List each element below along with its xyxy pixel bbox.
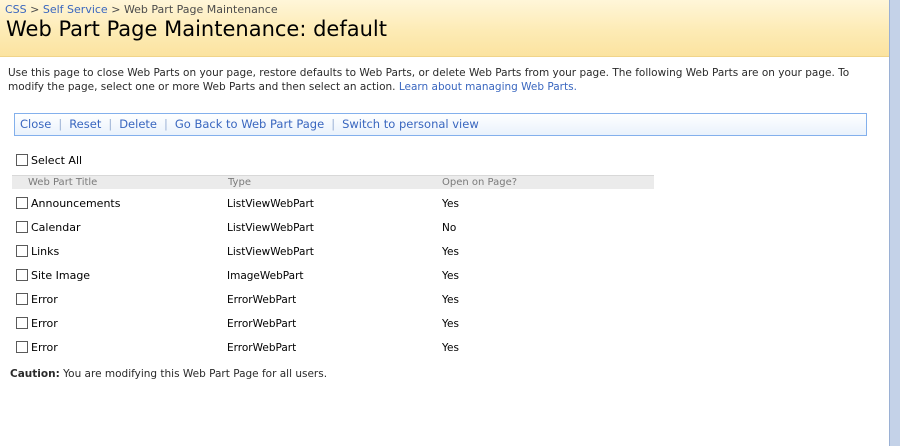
- learn-more-link[interactable]: Learn about managing Web Parts.: [399, 81, 577, 93]
- breadcrumb: CSS > Self Service > Web Part Page Maint…: [5, 3, 278, 16]
- window-frame-edge: [890, 0, 900, 446]
- column-header-type: Type: [224, 175, 438, 189]
- web-part-title: Site Image: [31, 268, 91, 282]
- reset-button[interactable]: Reset: [69, 117, 101, 131]
- web-part-open-status: No: [442, 222, 457, 234]
- web-part-open-status: Yes: [442, 318, 459, 330]
- row-checkbox[interactable]: [16, 341, 28, 353]
- action-toolbar: Close | Reset | Delete | Go Back to Web Part P…: [14, 113, 867, 136]
- row-checkbox[interactable]: [16, 269, 28, 281]
- go-back-button[interactable]: Go Back to Web Part Page: [175, 117, 324, 131]
- toolbar-separator: |: [164, 117, 168, 131]
- web-part-type: ImageWebPart: [227, 270, 304, 282]
- toolbar-separator: |: [58, 117, 63, 131]
- web-part-title: Error: [31, 316, 58, 330]
- table-row: Error ErrorWebPart Yes: [0, 292, 660, 316]
- web-part-open-status: Yes: [442, 294, 459, 306]
- page-title: Web Part Page Maintenance: default: [6, 17, 387, 41]
- web-part-title: Announcements: [31, 196, 121, 210]
- row-checkbox[interactable]: [16, 317, 28, 329]
- web-part-type: ErrorWebPart: [227, 294, 297, 306]
- select-all-checkbox[interactable]: [16, 154, 28, 166]
- delete-button[interactable]: Delete: [119, 117, 157, 131]
- web-part-type: ListViewWebPart: [227, 246, 314, 258]
- column-header-title: Web Part Title: [12, 175, 224, 189]
- breadcrumb-link-self-service[interactable]: Self Service: [43, 3, 108, 16]
- caution-label: Caution:: [10, 368, 60, 380]
- breadcrumb-current: Web Part Page Maintenance: [123, 3, 278, 16]
- web-part-open-status: Yes: [442, 246, 459, 258]
- table-row: Site Image ImageWebPart Yes: [0, 268, 660, 292]
- page-description: Use this page to close Web Parts on your…: [8, 66, 868, 94]
- breadcrumb-link-css[interactable]: CSS: [5, 3, 27, 16]
- caution-text: You are modifying this Web Part Page for…: [63, 368, 328, 380]
- row-checkbox[interactable]: [16, 221, 28, 233]
- toolbar-separator: |: [108, 117, 113, 131]
- row-checkbox[interactable]: [16, 293, 28, 305]
- row-checkbox[interactable]: [16, 245, 28, 257]
- caution-message: Caution: You are modifying this Web Part…: [10, 368, 327, 380]
- breadcrumb-separator: >: [111, 3, 121, 16]
- web-part-type: ListViewWebPart: [227, 222, 314, 234]
- toolbar-separator: |: [331, 117, 336, 131]
- table-row: Links ListViewWebPart Yes: [0, 244, 660, 268]
- switch-personal-view-button[interactable]: Switch to personal view: [342, 117, 479, 131]
- close-button[interactable]: Close: [20, 117, 51, 131]
- select-all-row: Select All: [16, 153, 82, 167]
- web-part-title: Error: [31, 340, 58, 354]
- web-part-title: Error: [31, 292, 58, 306]
- page-header: CSS > Self Service > Web Part Page Maint…: [0, 0, 889, 57]
- web-part-title: Calendar: [31, 220, 81, 234]
- breadcrumb-separator: >: [30, 3, 40, 16]
- web-part-type: ErrorWebPart: [227, 318, 297, 330]
- table-row: Error ErrorWebPart Yes: [0, 316, 660, 340]
- web-part-open-status: Yes: [442, 198, 459, 210]
- row-checkbox[interactable]: [16, 197, 28, 209]
- web-part-type: ListViewWebPart: [227, 198, 314, 210]
- web-part-open-status: Yes: [442, 342, 459, 354]
- web-part-title: Links: [31, 244, 60, 258]
- web-part-type: ErrorWebPart: [227, 342, 297, 354]
- table-row: Error ErrorWebPart Yes: [0, 340, 660, 364]
- column-header-open: Open on Page?: [438, 175, 654, 189]
- web-part-open-status: Yes: [442, 270, 459, 282]
- table-row: Announcements ListViewWebPart Yes: [0, 196, 660, 220]
- select-all-label[interactable]: Select All: [31, 154, 82, 167]
- table-row: Calendar ListViewWebPart No: [0, 220, 660, 244]
